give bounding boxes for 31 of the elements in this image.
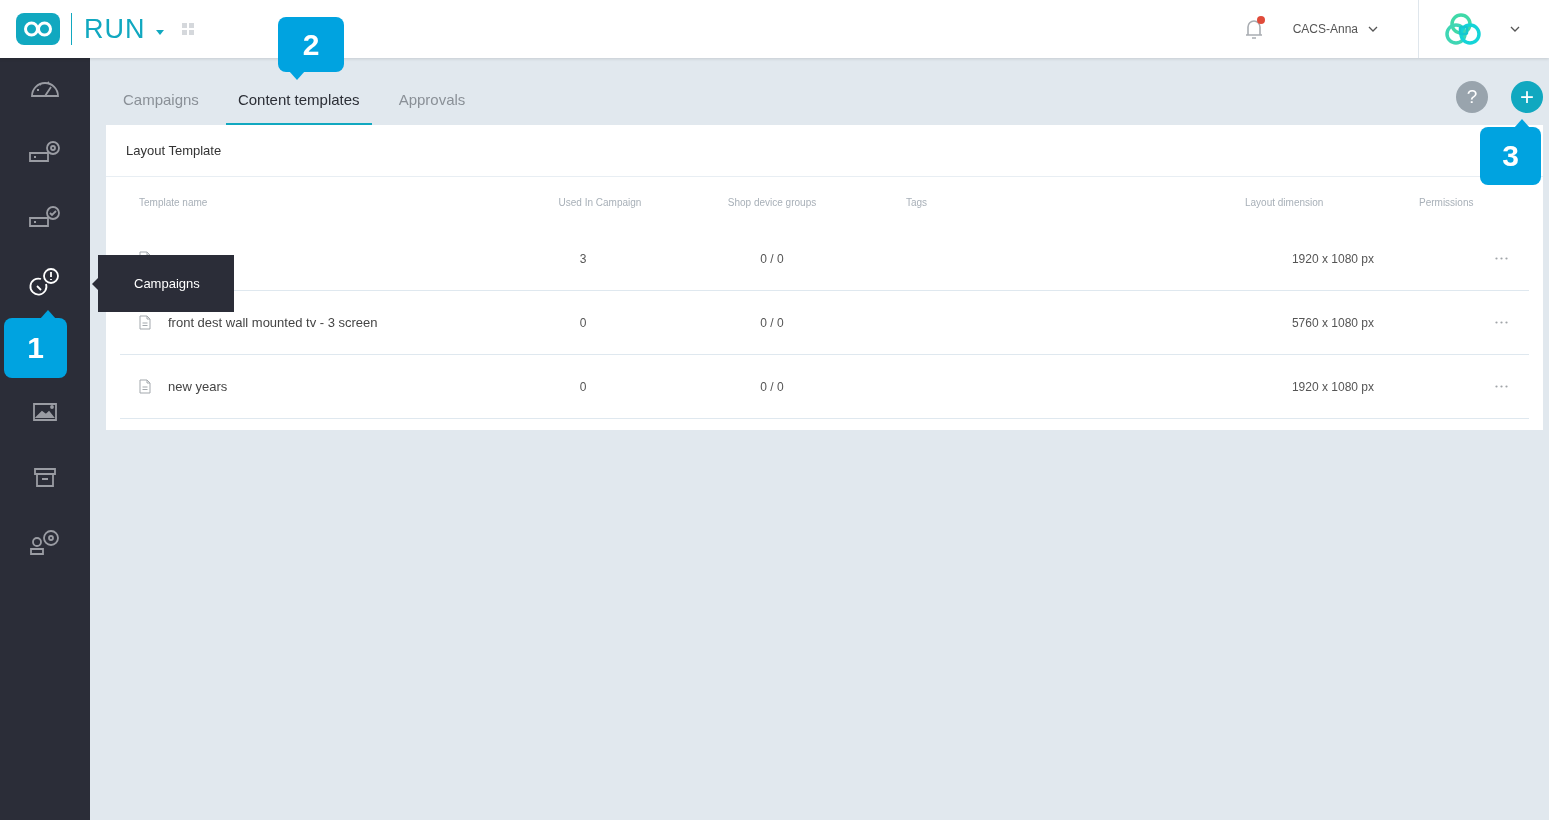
column-header[interactable]: Tags bbox=[872, 196, 1230, 208]
table-cell: 1920 x 1080 px bbox=[1291, 379, 1374, 394]
card-title: Layout Template bbox=[126, 143, 222, 158]
table-cell: 0 bbox=[579, 315, 587, 330]
template-name[interactable]: new years bbox=[168, 379, 228, 394]
tooltip: Campaigns bbox=[92, 255, 234, 312]
app-logo-icon[interactable] bbox=[16, 13, 60, 45]
user-name[interactable]: CACS-Anna bbox=[1292, 22, 1358, 36]
table-cell: 0 / 0 bbox=[760, 379, 784, 394]
template-name[interactable]: front dest wall mounted tv - 3 screen bbox=[168, 315, 378, 330]
column-header[interactable]: Used In Campaign bbox=[540, 196, 660, 208]
caret-icon[interactable] bbox=[155, 29, 164, 35]
chevron-down-icon[interactable] bbox=[1510, 26, 1520, 32]
table-cell: 0 / 0 bbox=[760, 315, 784, 330]
app-name[interactable]: RUN bbox=[84, 13, 146, 45]
help-button[interactable]: ? bbox=[1456, 80, 1488, 113]
table-cell: 0 / 0 bbox=[760, 251, 784, 266]
add-button[interactable]: + bbox=[1511, 80, 1543, 113]
column-header[interactable]: Permissions bbox=[1390, 196, 1529, 208]
tab[interactable]: Approvals bbox=[386, 91, 478, 125]
table-cell: 1920 x 1080 px bbox=[1291, 251, 1374, 266]
table-cell: 3 bbox=[579, 251, 587, 266]
column-header[interactable]: Shop device groups bbox=[672, 196, 872, 208]
chevron-down-icon[interactable] bbox=[1368, 26, 1378, 32]
document-icon bbox=[139, 315, 151, 330]
column-header[interactable]: Template name bbox=[120, 196, 540, 208]
table-cell: 0 bbox=[579, 379, 587, 394]
column-header[interactable]: Layout dimension bbox=[1230, 196, 1390, 208]
table-cell: 5760 x 1080 px bbox=[1291, 315, 1374, 330]
document-icon bbox=[139, 379, 151, 394]
tab[interactable]: Campaigns bbox=[111, 91, 211, 125]
